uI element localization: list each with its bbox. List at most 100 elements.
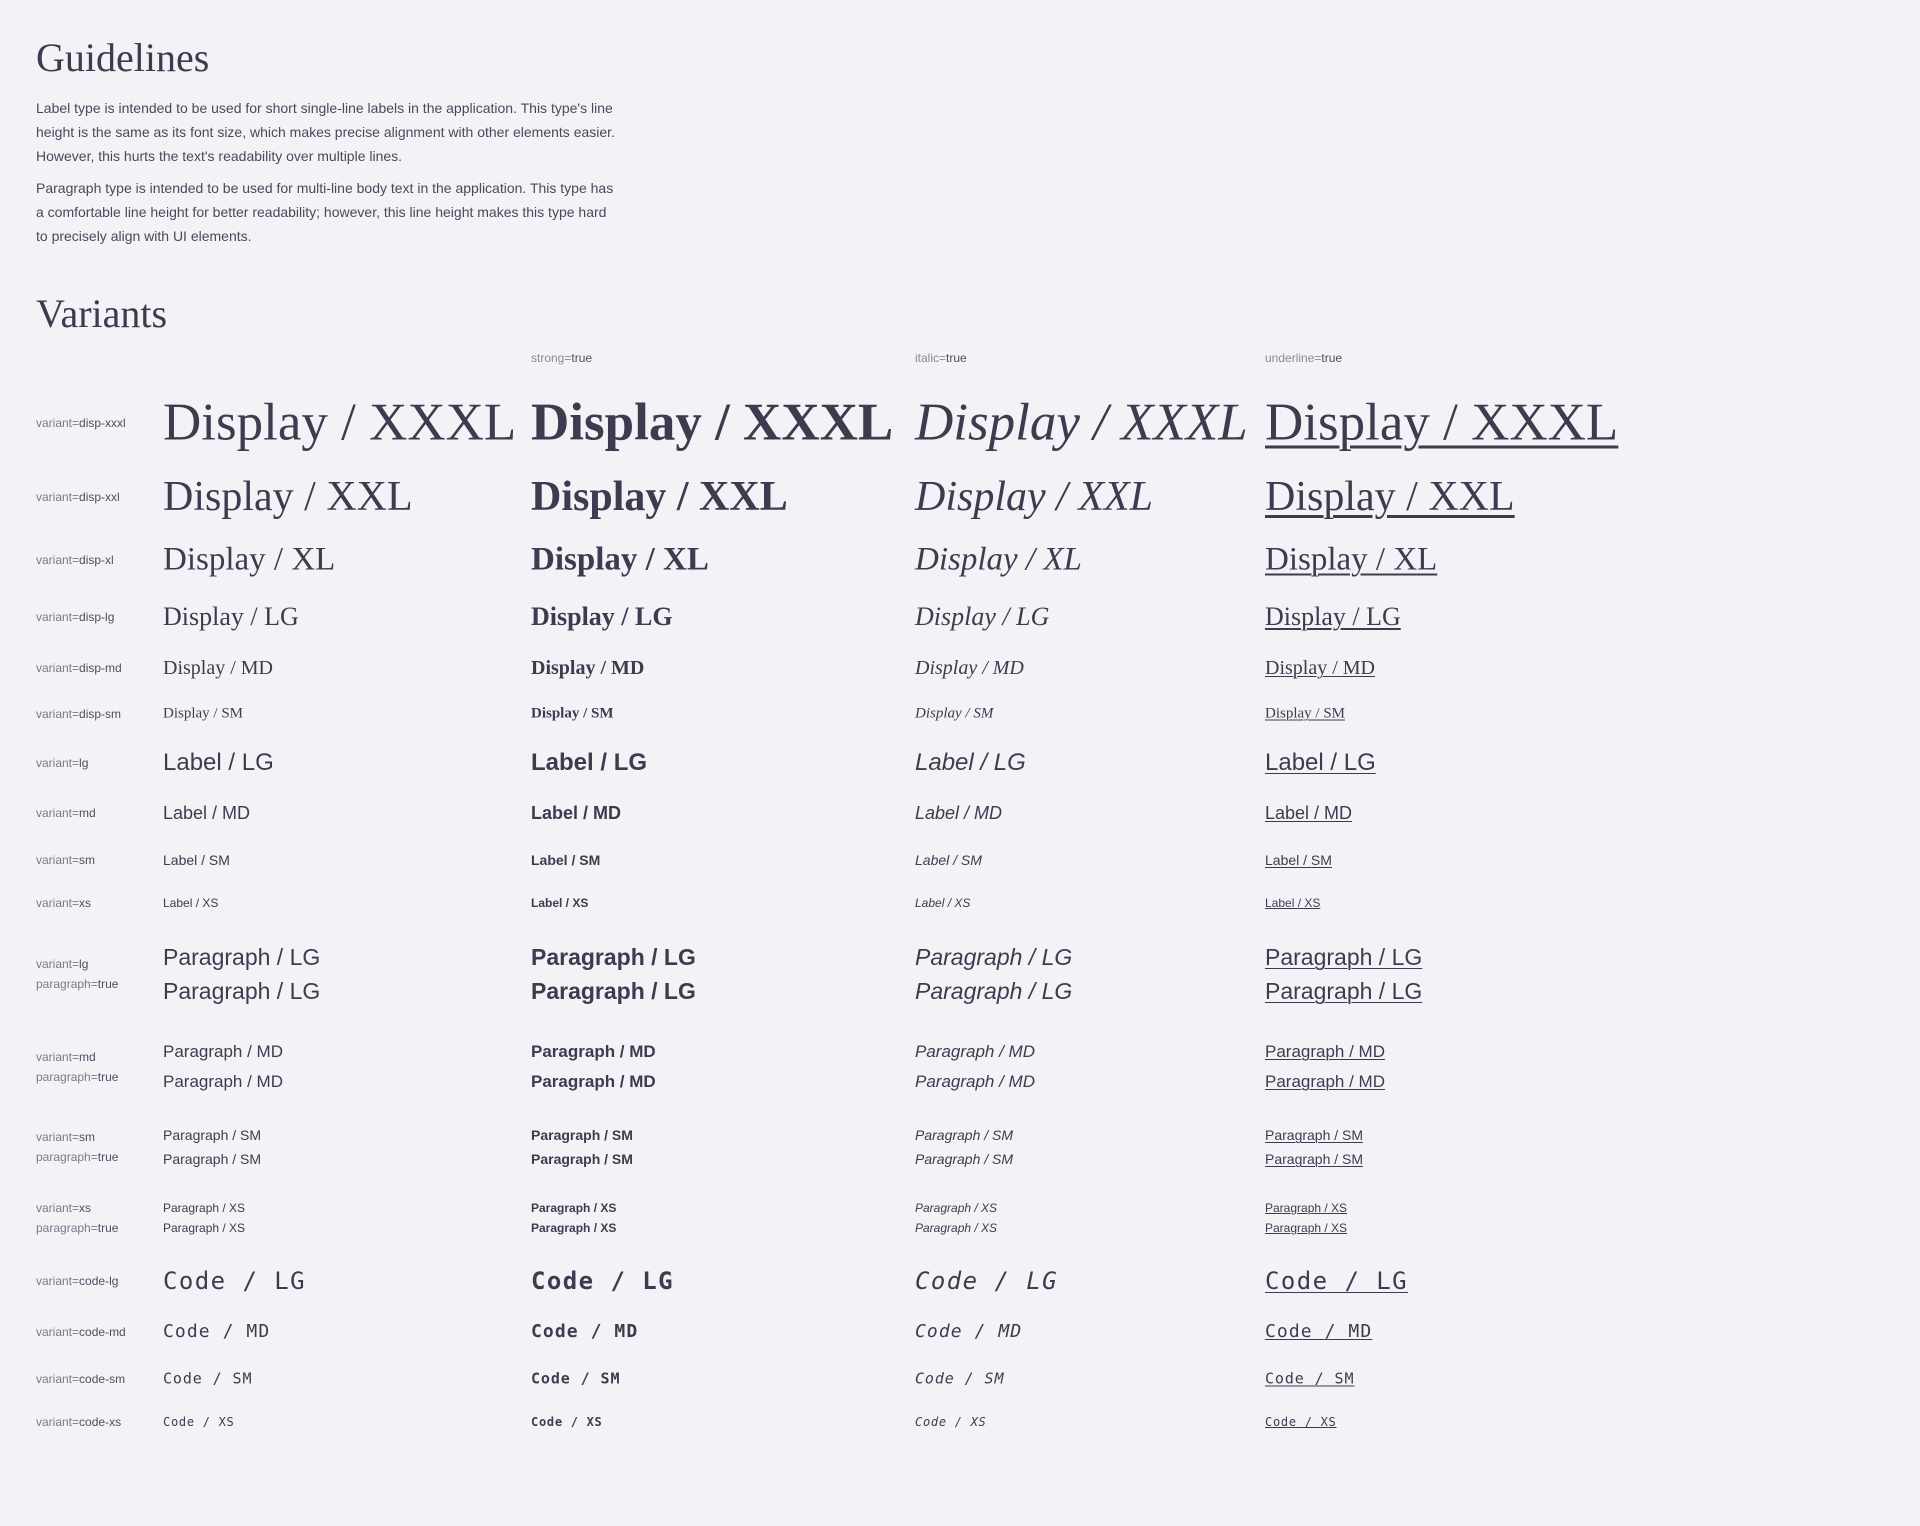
row-label-key: variant bbox=[36, 610, 73, 624]
type-sample-regular: Code / SM bbox=[163, 1369, 253, 1388]
column-header-value: true bbox=[946, 351, 967, 365]
row-label-eq: = bbox=[72, 957, 80, 971]
row-label-line: variant=md bbox=[36, 1047, 118, 1067]
type-sample-line: Paragraph / XS bbox=[163, 1221, 246, 1235]
row-label-key: variant bbox=[36, 1201, 73, 1215]
type-sample-strong: Paragraph / SM Paragraph / SM bbox=[531, 1123, 633, 1171]
type-sample-underline: Paragraph / LG Paragraph / LG bbox=[1265, 940, 1422, 1008]
type-sample-regular: Display / LG bbox=[163, 602, 299, 631]
type-sample-line: Paragraph / MD bbox=[531, 1072, 656, 1091]
row-label-line: variant=disp-xxl bbox=[36, 487, 120, 507]
type-sample-underline: Display / XXL bbox=[1265, 474, 1515, 520]
type-sample-regular: Code / XS bbox=[163, 1415, 235, 1429]
type-sample-line: Paragraph / XS bbox=[915, 1221, 998, 1235]
type-sample-strong: Label / SM bbox=[531, 852, 601, 868]
row-label-line: paragraph=true bbox=[36, 1218, 118, 1238]
row-label-key: variant bbox=[36, 1130, 73, 1144]
row-label-key: variant bbox=[36, 553, 73, 567]
type-sample-strong: Display / LG bbox=[531, 602, 673, 631]
row-label-eq: = bbox=[72, 707, 80, 721]
row-label-line: paragraph=true bbox=[36, 974, 118, 994]
type-sample-line: Paragraph / SM bbox=[531, 1151, 633, 1167]
type-sample-italic: Label / MD bbox=[915, 803, 1003, 823]
type-sample-underline: Code / LG bbox=[1265, 1267, 1409, 1295]
row-label-line: paragraph=true bbox=[36, 1067, 118, 1087]
type-sample-underline: Code / MD bbox=[1265, 1321, 1373, 1342]
row-label-eq: = bbox=[72, 610, 80, 624]
row-label-line: paragraph=true bbox=[36, 1147, 118, 1167]
type-sample-line: Paragraph / SM bbox=[163, 1151, 262, 1167]
row-label: variant=xs bbox=[36, 893, 91, 913]
row-label-value: disp-xxl bbox=[79, 490, 120, 504]
row-label-value: md bbox=[79, 806, 96, 820]
row-label-key: paragraph bbox=[36, 1150, 91, 1164]
row-label-value: lg bbox=[79, 957, 89, 971]
row-label: variant=disp-lg bbox=[36, 607, 114, 627]
row-label-eq: = bbox=[90, 1221, 98, 1235]
type-sample-line: Paragraph / XS bbox=[163, 1201, 246, 1215]
column-header-key: underline bbox=[1265, 351, 1315, 365]
type-sample-underline: Paragraph / SM Paragraph / SM bbox=[1265, 1123, 1363, 1171]
type-sample-line: Paragraph / MD bbox=[163, 1072, 283, 1091]
row-label-line: variant=disp-sm bbox=[36, 704, 121, 724]
type-sample-underline: Paragraph / MD Paragraph / MD bbox=[1265, 1037, 1385, 1097]
row-label-value: lg bbox=[79, 756, 89, 770]
row-label: variant=disp-md bbox=[36, 658, 122, 678]
row-label-eq: = bbox=[72, 416, 80, 430]
type-sample-regular: Display / XXXL bbox=[163, 393, 517, 452]
row-label-value: disp-xxxl bbox=[79, 416, 126, 430]
row-label: variant=xs paragraph=true bbox=[36, 1198, 118, 1238]
row-label-key: variant bbox=[36, 756, 73, 770]
type-sample-line: Paragraph / SM bbox=[915, 1127, 1014, 1143]
type-sample-line: Paragraph / MD bbox=[163, 1042, 283, 1061]
row-label-key: variant bbox=[36, 490, 73, 504]
row-label-eq: = bbox=[72, 853, 80, 867]
column-header-underline: underline=true bbox=[1265, 352, 1342, 364]
type-sample-line: Paragraph / SM bbox=[1265, 1127, 1364, 1143]
type-sample-line: Paragraph / MD bbox=[915, 1072, 1035, 1091]
type-sample-regular: Label / SM bbox=[163, 852, 230, 868]
type-sample-strong: Code / SM bbox=[531, 1369, 621, 1388]
type-sample-strong: Code / LG bbox=[531, 1267, 675, 1295]
type-sample-italic: Label / XS bbox=[915, 896, 971, 910]
type-sample-italic: Label / SM bbox=[915, 852, 982, 868]
type-sample-line: Paragraph / LG bbox=[163, 978, 321, 1004]
type-sample-line: Paragraph / MD bbox=[915, 1042, 1035, 1061]
row-label-value: disp-xl bbox=[79, 553, 114, 567]
type-sample-italic: Code / XS bbox=[915, 1415, 987, 1429]
row-label-eq: = bbox=[72, 661, 80, 675]
type-sample-underline: Code / SM bbox=[1265, 1369, 1355, 1388]
type-sample-strong: Display / XL bbox=[531, 541, 709, 578]
type-sample-regular: Display / SM bbox=[163, 705, 244, 722]
type-sample-underline: Display / XXXL bbox=[1265, 393, 1619, 452]
type-sample-italic: Paragraph / MD Paragraph / MD bbox=[915, 1037, 1035, 1097]
type-sample-italic: Display / MD bbox=[915, 657, 1024, 679]
row-label: variant=lg paragraph=true bbox=[36, 954, 118, 994]
row-label-key: variant bbox=[36, 1325, 73, 1339]
type-sample-strong: Display / SM bbox=[531, 705, 614, 722]
row-label-eq: = bbox=[72, 490, 80, 504]
type-sample-line: Paragraph / XS bbox=[531, 1201, 617, 1215]
column-header-value: true bbox=[1321, 351, 1343, 365]
row-label-key: variant bbox=[36, 661, 73, 675]
row-label-eq: = bbox=[90, 1070, 98, 1084]
type-sample-regular: Label / MD bbox=[163, 803, 251, 823]
type-sample-underline: Label / XS bbox=[1265, 896, 1321, 910]
guidelines-paragraph-paragraph: Paragraph type is intended to be used fo… bbox=[36, 180, 614, 244]
row-label-key: paragraph bbox=[36, 1221, 91, 1235]
row-label: variant=code-lg bbox=[36, 1271, 118, 1291]
row-label-value: true bbox=[97, 1150, 119, 1164]
row-label-value: code-lg bbox=[79, 1274, 119, 1288]
row-label-value: true bbox=[97, 1221, 119, 1235]
row-label-eq: = bbox=[90, 977, 98, 991]
type-sample-line: Paragraph / LG bbox=[531, 944, 696, 970]
row-label-value: disp-sm bbox=[79, 707, 122, 721]
row-label-eq: = bbox=[72, 1415, 80, 1429]
row-label-line: variant=disp-xxxl bbox=[36, 413, 126, 433]
type-sample-line: Paragraph / XS bbox=[915, 1201, 998, 1215]
type-sample-strong: Paragraph / LG Paragraph / LG bbox=[531, 940, 696, 1008]
type-sample-regular: Display / MD bbox=[163, 657, 273, 679]
row-label-eq: = bbox=[72, 1201, 80, 1215]
type-sample-underline: Paragraph / XS Paragraph / XS bbox=[1265, 1198, 1347, 1238]
row-label-value: code-xs bbox=[79, 1415, 122, 1429]
